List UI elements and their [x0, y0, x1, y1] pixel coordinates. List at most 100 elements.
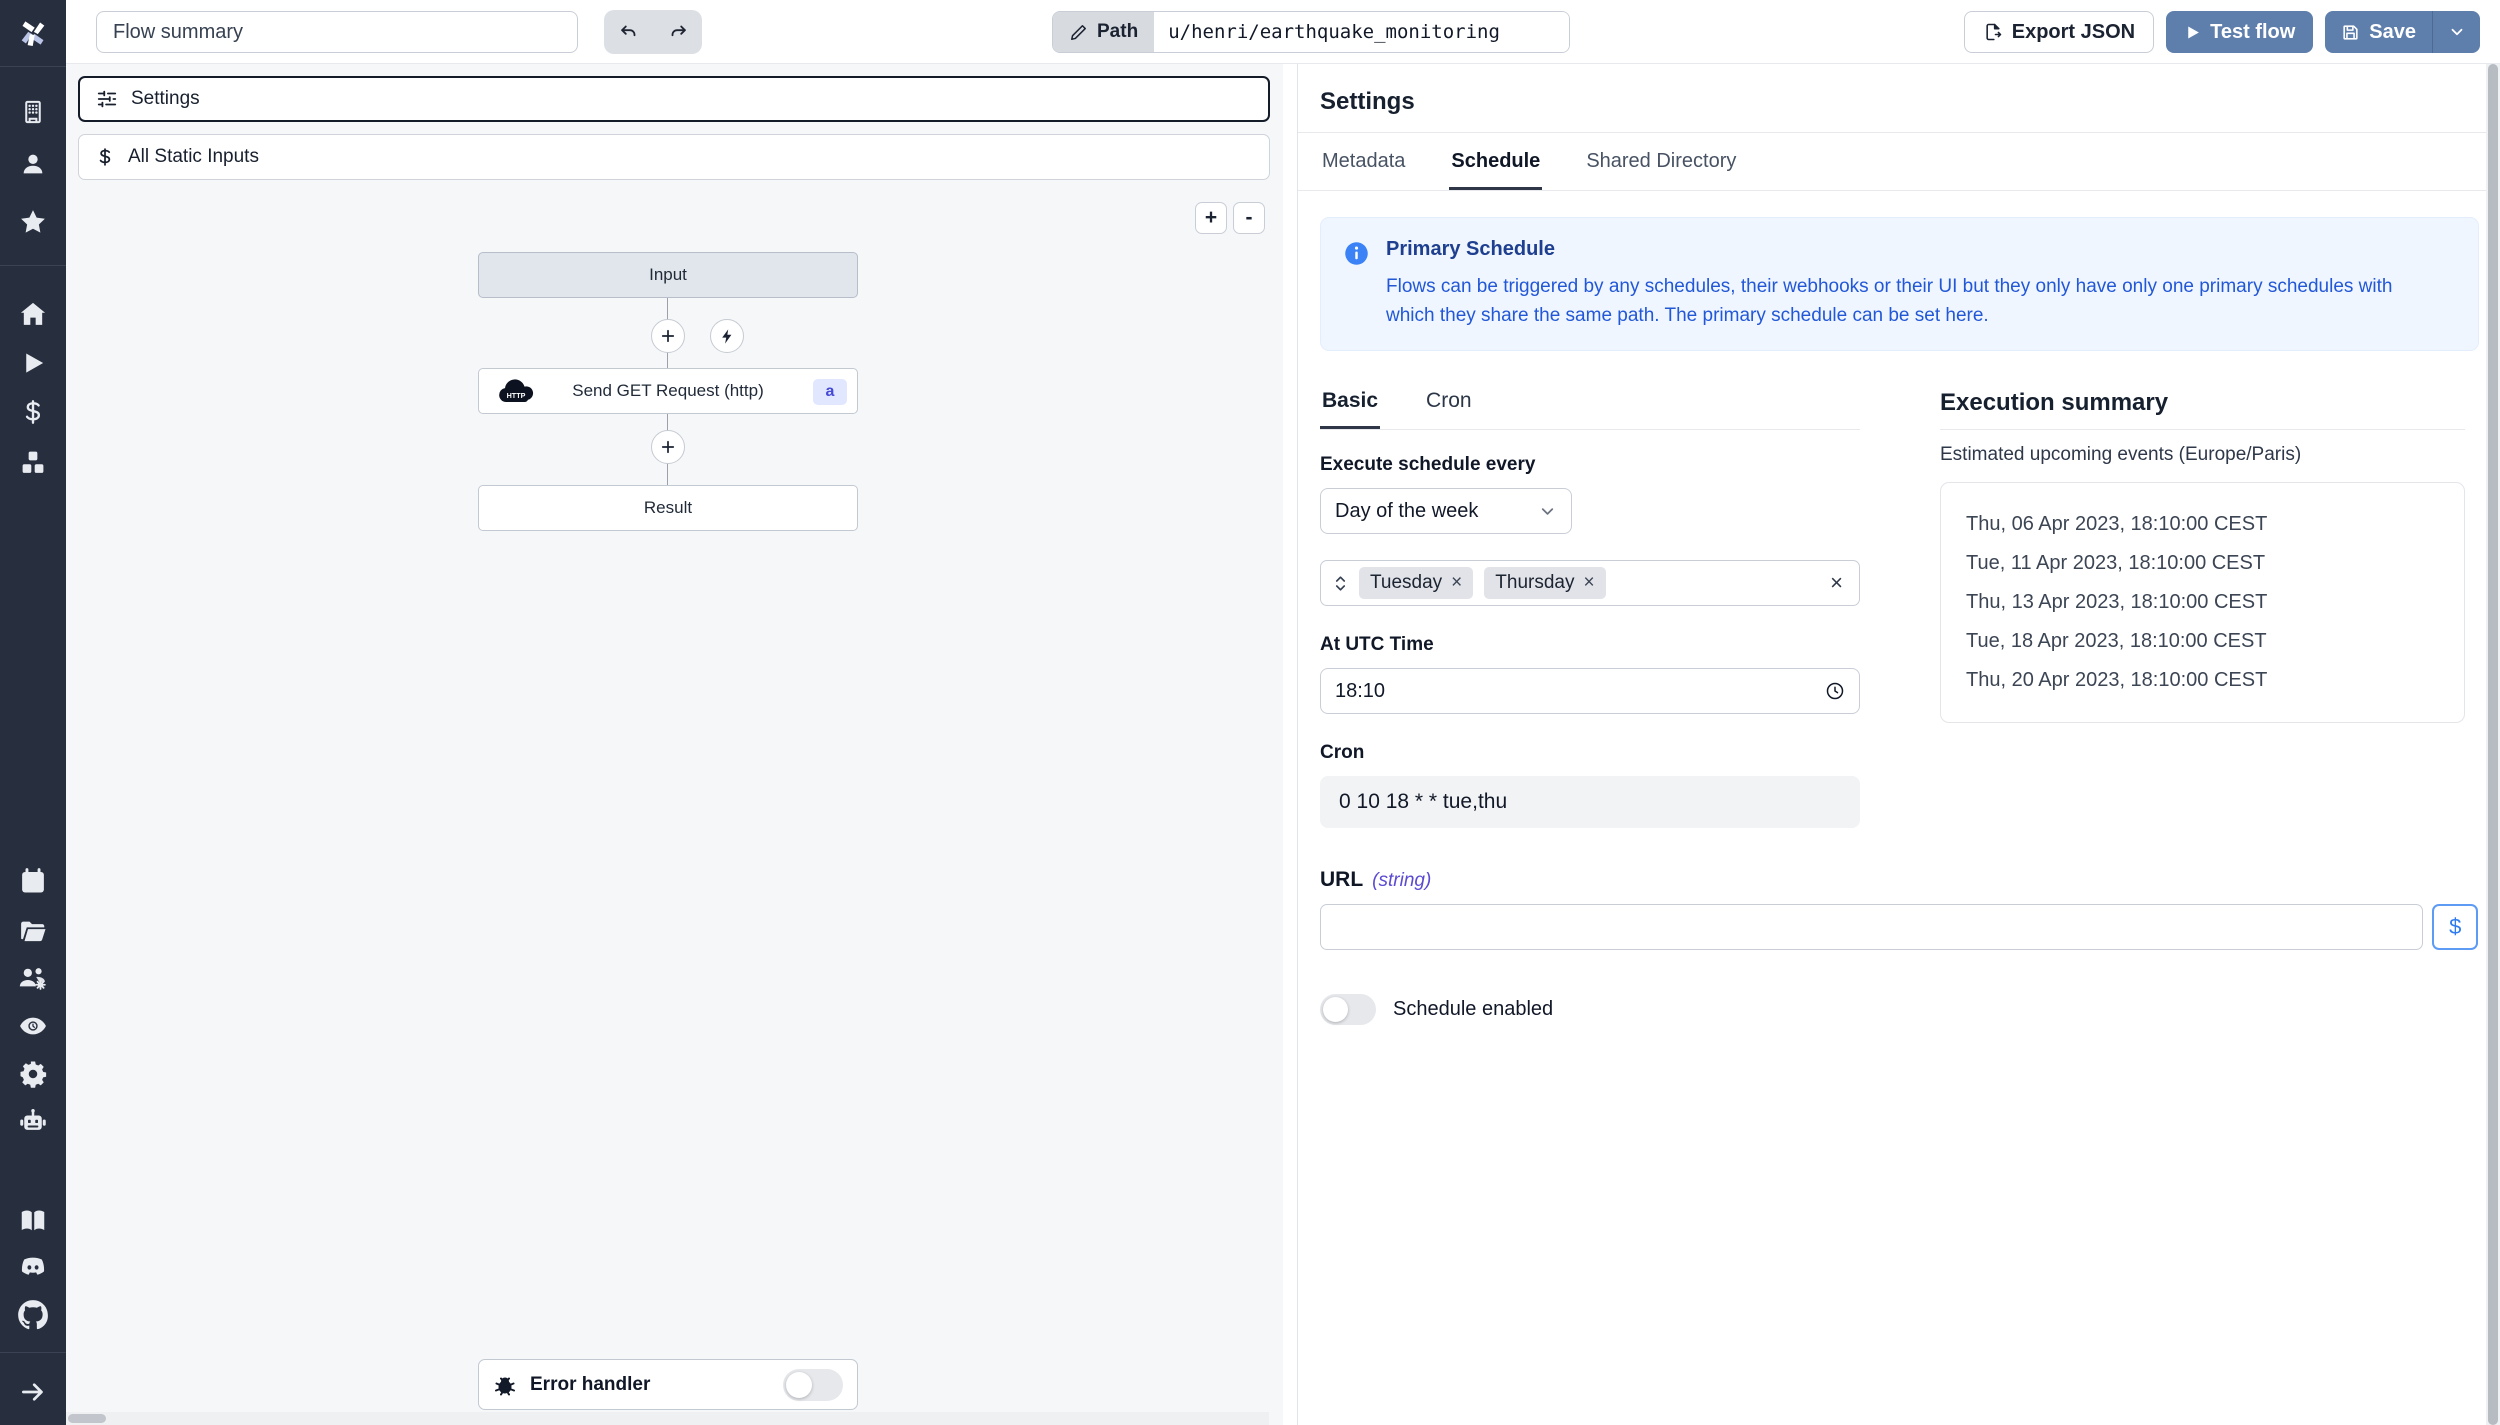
redo-button[interactable] — [653, 10, 702, 54]
groups-gear-icon[interactable] — [18, 963, 49, 994]
bug-icon — [495, 1377, 515, 1395]
add-step-button[interactable] — [651, 430, 685, 464]
pencil-icon — [1071, 24, 1086, 40]
path-label: Path — [1097, 21, 1139, 42]
zoom-out-button[interactable]: - — [1233, 202, 1265, 234]
settings-gear-icon[interactable] — [18, 1059, 48, 1089]
cron-expression: 0 10 18 * * tue,thu — [1320, 776, 1860, 828]
export-json-label: Export JSON — [2011, 20, 2136, 43]
tab-basic[interactable]: Basic — [1320, 389, 1381, 429]
dollar-icon — [99, 148, 111, 166]
test-flow-label: Test flow — [2210, 20, 2296, 43]
weekday-multiselect[interactable]: Tuesday × Thursday × × — [1320, 560, 1860, 606]
runs-play-icon[interactable] — [20, 350, 47, 377]
execution-summary-title: Execution summary — [1940, 389, 2465, 430]
panel-tabs: Metadata Schedule Shared Directory — [1298, 133, 2500, 191]
flow-summary-input[interactable] — [96, 11, 578, 53]
resources-cubes-icon[interactable] — [19, 449, 48, 478]
test-flow-button[interactable]: Test flow — [2166, 11, 2314, 53]
path-input[interactable] — [1154, 12, 1570, 52]
folders-icon[interactable] — [18, 916, 48, 946]
schedule-form: Basic Cron Execute schedule every Day of… — [1320, 389, 1860, 828]
variable-picker-button[interactable]: $ — [2432, 904, 2478, 950]
result-node-label: Result — [643, 498, 693, 517]
add-step-button[interactable] — [651, 319, 685, 353]
path-badge[interactable]: Path — [1053, 12, 1155, 52]
time-input[interactable]: 18:10 — [1320, 668, 1860, 714]
http-step-node[interactable]: HTTP Send GET Request (http) a — [478, 368, 858, 414]
home-icon[interactable] — [19, 300, 48, 329]
save-button[interactable]: Save — [2325, 11, 2432, 53]
step-id-badge: a — [813, 379, 847, 405]
flow-settings-label: Settings — [131, 88, 200, 109]
favorites-star-icon[interactable] — [18, 207, 48, 237]
http-cloud-icon: HTTP — [499, 379, 534, 402]
undo-redo-group — [604, 10, 702, 54]
tab-schedule[interactable]: Schedule — [1449, 133, 1543, 190]
flow-settings-item[interactable]: Settings — [78, 76, 1270, 122]
event-row: Tue, 18 Apr 2023, 18:10:00 CEST — [1966, 630, 2267, 652]
utc-time-label: At UTC Time — [1320, 634, 1434, 655]
trigger-bolt-button[interactable] — [710, 319, 744, 353]
file-export-icon — [1986, 23, 2002, 41]
workers-robot-icon[interactable] — [18, 1107, 48, 1137]
vertical-scrollbar[interactable] — [2486, 64, 2500, 1425]
clear-all-button[interactable]: × — [1826, 570, 1847, 596]
topbar: Path Export JSON Test flow Save — [66, 0, 2500, 64]
variables-dollar-icon[interactable] — [20, 399, 47, 426]
schedule-enabled-toggle[interactable] — [1320, 994, 1376, 1025]
url-input[interactable] — [1320, 904, 2424, 950]
zoom-out-label: - — [1245, 206, 1253, 229]
tag-label: Thursday — [1495, 572, 1575, 593]
selector-chevrons-icon — [1335, 575, 1346, 591]
panel-title: Settings — [1298, 64, 2500, 133]
plus-icon — [661, 440, 675, 454]
windmill-logo-icon[interactable] — [16, 16, 50, 50]
audit-logs-eye-icon[interactable] — [18, 1011, 49, 1042]
topbar-actions: Export JSON Test flow Save — [1963, 11, 2480, 53]
tab-metadata[interactable]: Metadata — [1320, 133, 1407, 190]
tab-shared-directory[interactable]: Shared Directory — [1584, 133, 1738, 190]
input-node[interactable]: Input — [478, 252, 858, 298]
chevron-down-icon — [1541, 507, 1554, 515]
export-json-button[interactable]: Export JSON — [1963, 11, 2155, 53]
zoom-in-label: + — [1204, 206, 1218, 229]
schedules-calendar-icon[interactable] — [19, 867, 48, 896]
remove-tag-button[interactable]: × — [1583, 572, 1594, 594]
url-label: URL — [1320, 868, 1364, 891]
http-step-label: Send GET Request (http) — [572, 381, 764, 400]
horizontal-scrollbar[interactable] — [66, 1412, 1269, 1425]
tab-cron[interactable]: Cron — [1424, 389, 1474, 429]
error-handler-node[interactable]: Error handler — [478, 1359, 858, 1410]
error-handler-toggle[interactable] — [783, 1368, 843, 1401]
url-type-label: (string) — [1372, 870, 1432, 891]
play-icon — [2188, 25, 2199, 39]
chevron-down-icon — [2451, 28, 2462, 36]
event-row: Tue, 11 Apr 2023, 18:10:00 CEST — [1966, 552, 2266, 574]
primary-schedule-alert: Primary Schedule Flows can be triggered … — [1320, 217, 2479, 351]
clock-icon — [1826, 682, 1844, 700]
undo-button[interactable] — [604, 10, 653, 54]
input-node-label: Input — [649, 265, 687, 284]
tag-label: Tuesday — [1370, 572, 1443, 593]
sidebar — [0, 0, 66, 1425]
github-icon[interactable] — [18, 1300, 49, 1331]
discord-icon[interactable] — [18, 1252, 49, 1283]
frequency-value: Day of the week — [1335, 499, 1479, 522]
frequency-select[interactable]: Day of the week — [1320, 488, 1572, 534]
flow-canvas[interactable]: Settings All Static Inputs + - Input HTT… — [66, 64, 1283, 1425]
all-static-inputs-label: All Static Inputs — [128, 146, 259, 167]
schedule-enabled-label: Schedule enabled — [1393, 998, 1554, 1020]
remove-tag-button[interactable]: × — [1451, 572, 1462, 594]
workspace-building-icon[interactable] — [20, 99, 47, 126]
docs-book-icon[interactable] — [18, 1206, 48, 1236]
all-static-inputs-item[interactable]: All Static Inputs — [78, 134, 1270, 180]
user-icon[interactable] — [19, 150, 47, 178]
save-dropdown-button[interactable] — [2432, 11, 2480, 53]
result-node[interactable]: Result — [478, 485, 858, 531]
zoom-in-button[interactable]: + — [1195, 202, 1227, 234]
collapse-arrow-icon[interactable] — [19, 1378, 48, 1407]
upcoming-events-box: Thu, 06 Apr 2023, 18:10:00 CEST Tue, 11 … — [1940, 482, 2465, 723]
plus-icon — [661, 329, 675, 343]
path-field-group: Path — [1052, 11, 1571, 53]
